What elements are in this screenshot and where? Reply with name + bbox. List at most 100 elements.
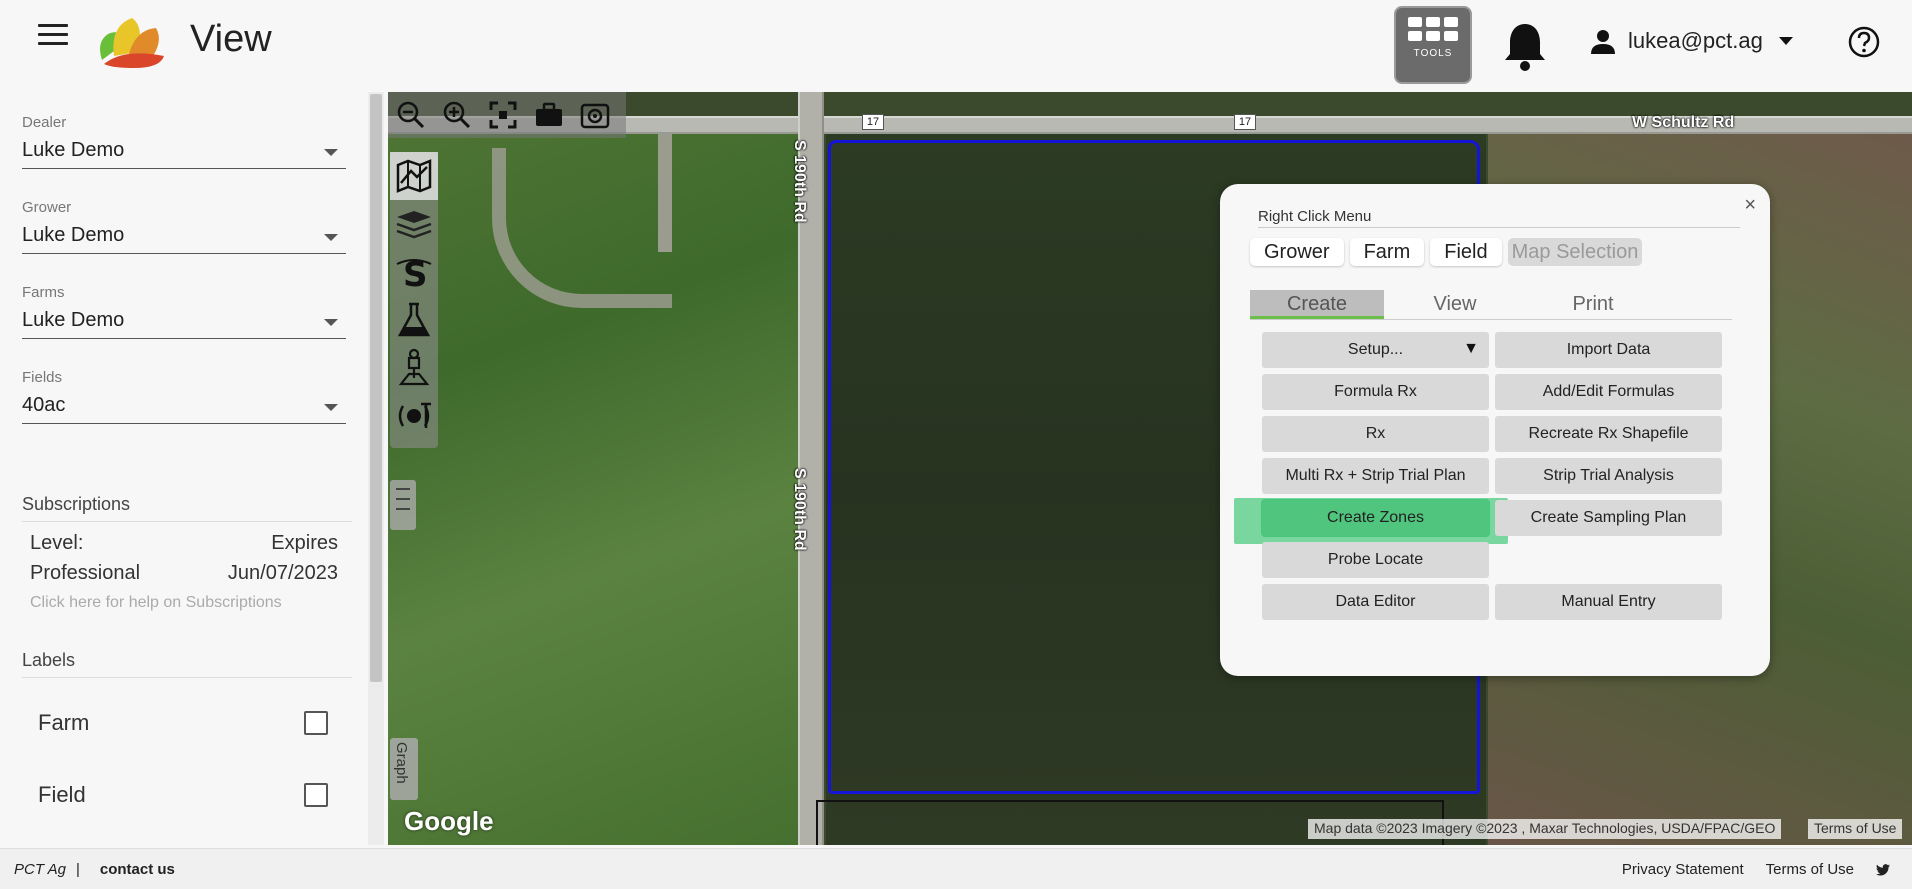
privacy-statement-link[interactable]: Privacy Statement [1622, 861, 1744, 878]
app-header: View TOOLS lukea@pct.ag [0, 0, 1912, 92]
tab-map-selection[interactable]: Map Selection [1507, 238, 1643, 266]
tools-label: TOOLS [1413, 48, 1453, 59]
tab-print[interactable]: Print [1526, 290, 1660, 319]
labels-heading: Labels [22, 650, 352, 678]
tools-button[interactable]: TOOLS [1394, 6, 1472, 84]
tab-view[interactable]: View [1388, 290, 1522, 319]
google-logo: Google [404, 806, 494, 836]
map-attribution: Map data ©2023 Imagery ©2023 , Maxar Tec… [1308, 819, 1782, 839]
map-terms-link[interactable]: Terms of Use [1808, 819, 1903, 839]
dropdown-arrow-icon [324, 319, 338, 326]
tab-grower[interactable]: Grower [1250, 238, 1344, 266]
fit-extent-button[interactable] [486, 98, 520, 132]
zoom-in-button[interactable] [440, 98, 474, 132]
label-row-field: Field [38, 782, 328, 808]
farms-value: Luke Demo [22, 309, 125, 331]
graph-panel-tab[interactable]: Graph [390, 738, 418, 800]
layer-toolbar: S [390, 152, 438, 448]
setup-dropdown-button[interactable]: Setup... ▼ [1262, 332, 1489, 368]
close-icon[interactable]: × [1744, 194, 1756, 217]
lab-sample-button[interactable] [390, 296, 438, 344]
tab-create[interactable]: Create [1250, 290, 1384, 319]
add-edit-formulas-button[interactable]: Add/Edit Formulas [1495, 374, 1722, 410]
mode-tabs: Create View Print [1250, 290, 1732, 320]
layers-button[interactable] [390, 200, 438, 248]
dealer-label: Dealer [22, 114, 67, 131]
dialog-title: Right Click Menu [1258, 208, 1740, 228]
camera-icon [580, 103, 610, 129]
help-icon[interactable] [1848, 26, 1880, 58]
briefcase-icon [536, 102, 562, 126]
caret-down-icon: ▼ [1463, 340, 1479, 357]
probe-icon [398, 348, 430, 386]
label-field-text: Field [38, 782, 86, 807]
action-grid: Setup... ▼ Import Data Formula Rx Add/Ed… [1234, 332, 1722, 620]
create-sampling-plan-button[interactable]: Create Sampling Plan [1495, 500, 1722, 536]
map-toolbar [388, 92, 626, 138]
zoom-out-button[interactable] [394, 98, 428, 132]
subscription-help-link[interactable]: Click here for help on Subscriptions [30, 594, 282, 612]
dealer-select[interactable]: Luke Demo [22, 135, 346, 169]
grid-icon [1396, 17, 1470, 41]
list-panel-tab[interactable] [390, 480, 416, 530]
level-value: Professional [30, 562, 141, 584]
sensor-button[interactable] [390, 392, 438, 440]
person-icon [1591, 30, 1615, 54]
fields-select-group: Fields 40ac [22, 369, 346, 424]
scrollbar-thumb[interactable] [370, 94, 382, 682]
strip-trial-analysis-button[interactable]: Strip Trial Analysis [1495, 458, 1722, 494]
zoom-out-icon [397, 101, 425, 129]
farms-select[interactable]: Luke Demo [22, 305, 346, 339]
fields-value: 40ac [22, 394, 66, 416]
recreate-rx-shapefile-button[interactable]: Recreate Rx Shapefile [1495, 416, 1722, 452]
import-data-button[interactable]: Import Data [1495, 332, 1722, 368]
right-click-menu-dialog: × Right Click Menu Grower Farm Field Map… [1220, 184, 1770, 676]
field-label-checkbox[interactable] [304, 783, 328, 807]
route-shield: 17 [862, 114, 884, 130]
multi-rx-strip-trial-button[interactable]: Multi Rx + Strip Trial Plan [1262, 458, 1489, 494]
probe-button[interactable] [390, 344, 438, 392]
briefcase-button[interactable] [532, 98, 566, 132]
tab-field[interactable]: Field [1430, 238, 1502, 266]
caret-down-icon [1778, 37, 1793, 45]
level-label: Level: [30, 532, 84, 554]
sidebar-scrollbar[interactable] [368, 92, 384, 845]
formula-rx-button[interactable]: Formula Rx [1262, 374, 1489, 410]
fit-extent-icon [489, 101, 517, 129]
data-editor-button[interactable]: Data Editor [1262, 584, 1489, 620]
footer-separator: | [75, 861, 80, 878]
map-layer-button[interactable] [390, 152, 438, 200]
dropdown-arrow-icon [324, 234, 338, 241]
tab-farm[interactable]: Farm [1349, 238, 1425, 266]
sidebar: Dealer Luke Demo Grower Luke Demo Farms … [0, 92, 366, 845]
soil-button[interactable]: S [390, 248, 438, 296]
farm-label-checkbox[interactable] [304, 711, 328, 735]
footer-brand: PCT Ag [14, 861, 66, 878]
rx-button[interactable]: Rx [1262, 416, 1489, 452]
flask-icon [397, 302, 431, 337]
road-label-190th: S 190th Rd [791, 468, 808, 551]
sensor-icon [398, 402, 431, 428]
contact-us-link[interactable]: contact us [100, 861, 175, 878]
grower-select[interactable]: Luke Demo [22, 220, 346, 254]
page-footer: PCT Ag | contact us Privacy Statement Te… [0, 848, 1912, 889]
bell-icon[interactable] [1502, 20, 1548, 72]
app-title: View [190, 18, 272, 60]
create-zones-button[interactable]: Create Zones [1234, 498, 1508, 544]
subscriptions-heading: Subscriptions [22, 494, 352, 522]
empty-cell [1495, 542, 1722, 578]
user-menu[interactable]: lukea@pct.ag [1590, 28, 1809, 54]
terms-of-use-link[interactable]: Terms of Use [1766, 861, 1854, 878]
road-label-schultz: W Schultz Rd [1632, 114, 1735, 131]
menu-icon[interactable] [38, 24, 68, 48]
probe-locate-button[interactable]: Probe Locate [1262, 542, 1489, 578]
graph-tab-label: Graph [393, 742, 410, 784]
twitter-icon[interactable] [1876, 863, 1890, 876]
farms-select-group: Farms Luke Demo [22, 284, 346, 339]
context-tabs: Grower Farm Field Map Selection [1250, 238, 1643, 266]
fields-select[interactable]: 40ac [22, 390, 346, 424]
route-shield: 17 [1234, 114, 1256, 130]
manual-entry-button[interactable]: Manual Entry [1495, 584, 1722, 620]
screenshot-button[interactable] [578, 98, 612, 132]
fields-label: Fields [22, 369, 63, 386]
